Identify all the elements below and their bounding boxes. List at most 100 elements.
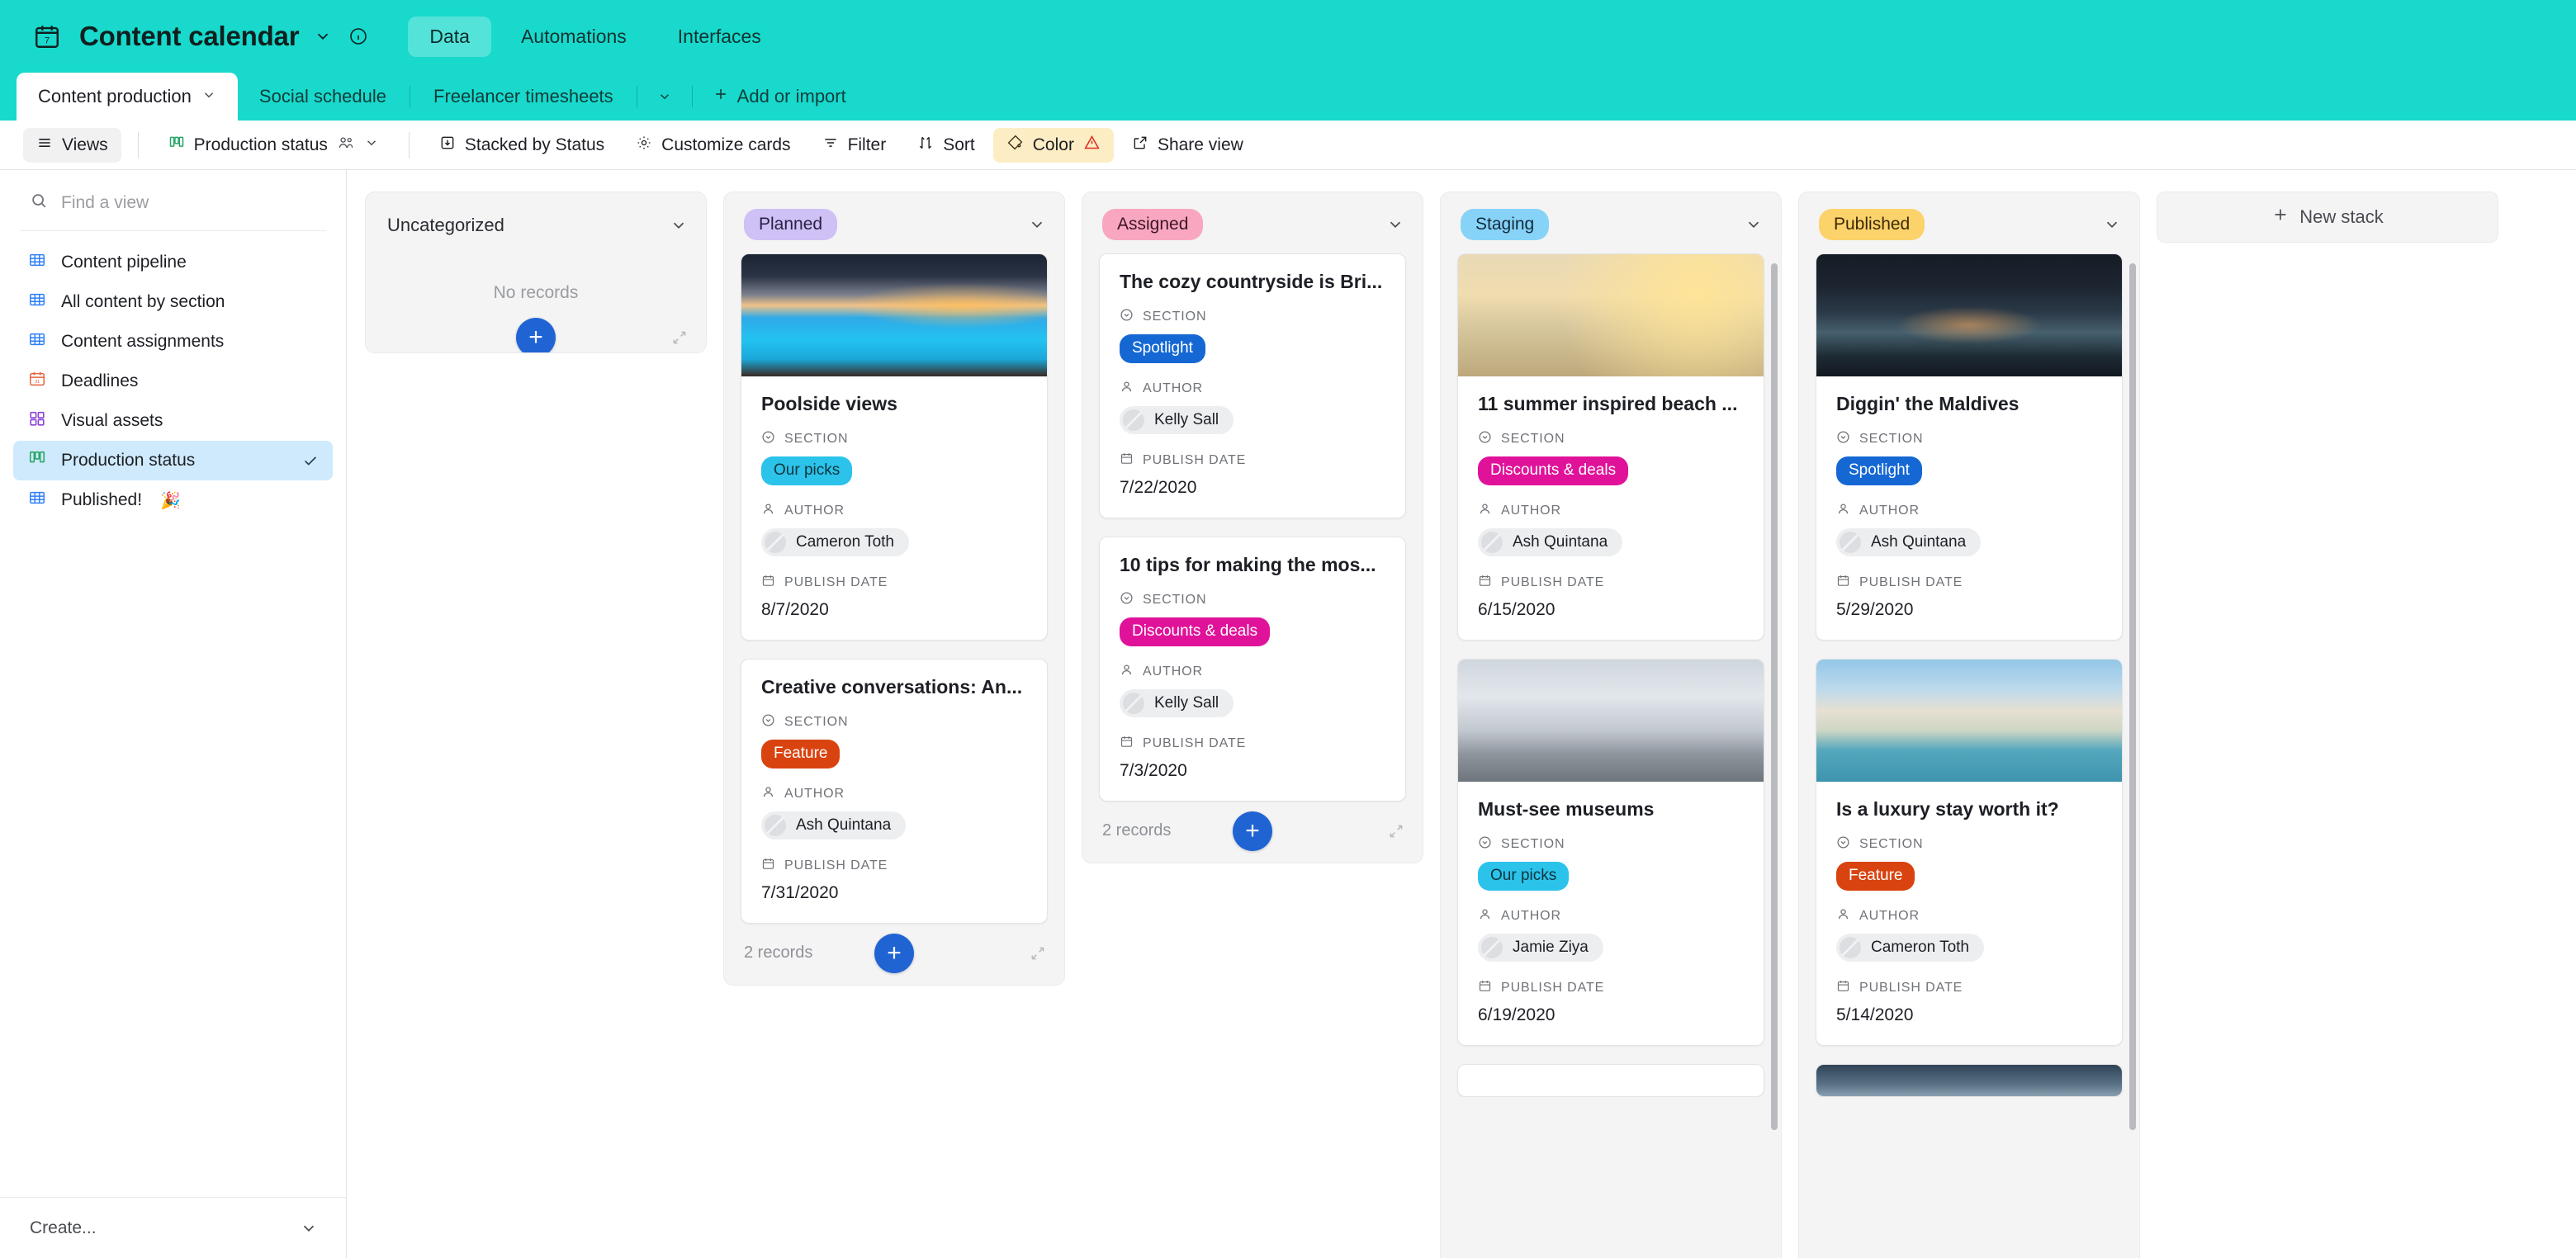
- field-label-section: SECTION: [761, 430, 1027, 448]
- sidebar-item-published[interactable]: Published! 🎉: [13, 480, 333, 520]
- sidebar-item-content-assignments[interactable]: Content assignments: [13, 322, 333, 362]
- sidebar-item-deadlines[interactable]: 31 Deadlines: [13, 362, 333, 401]
- section-label-text: SECTION: [1859, 836, 1924, 851]
- find-view-search[interactable]: Find a view: [0, 170, 346, 230]
- expand-stack-icon[interactable]: [1388, 823, 1404, 839]
- sidebar-item-label: All content by section: [61, 292, 225, 311]
- views-button[interactable]: Views: [23, 127, 121, 163]
- publish-date-label-text: PUBLISH DATE: [1143, 452, 1247, 467]
- publish-date-value: 6/19/2020: [1478, 1005, 1556, 1024]
- grid-table-icon: [28, 251, 46, 274]
- single-select-icon: [1836, 430, 1850, 448]
- table-tab-social-schedule[interactable]: Social schedule: [238, 73, 408, 121]
- sidebar-item-label: Visual assets: [61, 411, 163, 430]
- stack-chevron-down-icon[interactable]: [1745, 215, 1763, 234]
- single-select-icon: [761, 430, 775, 448]
- section-value-pill: Discounts & deals: [1478, 456, 1629, 485]
- table-tab-content-production[interactable]: Content production: [17, 73, 238, 121]
- sidebar-create-footer[interactable]: Create...: [0, 1197, 346, 1258]
- sort-icon: [917, 135, 934, 156]
- base-menu-chevron-down-icon[interactable]: [314, 27, 332, 45]
- stack-icon: [439, 135, 456, 156]
- card-title: 11 summer inspired beach ...: [1478, 393, 1738, 415]
- kanban-card-partial[interactable]: [1457, 1063, 1764, 1097]
- section-value-pill: Our picks: [761, 456, 853, 485]
- card-cover-image: [1458, 659, 1764, 782]
- kanban-card[interactable]: 11 summer inspired beach ... SECTION Dis…: [1457, 253, 1764, 641]
- new-stack-label: New stack: [2299, 206, 2384, 227]
- stack-chevron-down-icon[interactable]: [670, 216, 688, 234]
- plus-icon: [2271, 206, 2290, 229]
- person-icon: [761, 502, 775, 520]
- kanban-card[interactable]: Is a luxury stay worth it? SECTION Featu…: [1816, 658, 2123, 1046]
- kanban-icon: [168, 135, 185, 156]
- field-label-author: AUTHOR: [1836, 502, 2102, 520]
- stack-chevron-down-icon[interactable]: [1028, 215, 1046, 234]
- person-icon: [1478, 907, 1492, 925]
- author-label-text: AUTHOR: [784, 503, 845, 518]
- avatar: [1840, 936, 1861, 958]
- color-label: Color: [1032, 135, 1074, 154]
- nav-tab-data[interactable]: Data: [408, 16, 491, 57]
- stacked-by-button[interactable]: Stacked by Status: [426, 128, 618, 163]
- base-info-icon[interactable]: [348, 26, 368, 46]
- views-label: Views: [62, 135, 108, 154]
- filter-button[interactable]: Filter: [809, 128, 900, 163]
- customize-cards-button[interactable]: Customize cards: [623, 128, 803, 163]
- single-select-icon: [1836, 835, 1850, 854]
- stack-title: Assigned: [1102, 209, 1204, 241]
- card-title: Creative conversations: An...: [761, 675, 1023, 698]
- avatar: [765, 814, 786, 836]
- kanban-card[interactable]: Poolside views SECTION Our picks AUTHOR …: [741, 253, 1048, 641]
- stack-scrollbar[interactable]: [1771, 263, 1778, 1130]
- avatar: [1840, 531, 1861, 553]
- sort-button[interactable]: Sort: [904, 128, 988, 163]
- kanban-stack-uncategorized: Uncategorized No records +: [365, 192, 707, 353]
- field-label-publish-date: PUBLISH DATE: [1120, 452, 1385, 470]
- calendar-icon: [1478, 979, 1492, 997]
- table-tab-chevron-down-icon[interactable]: [201, 86, 216, 107]
- sidebar-item-content-pipeline[interactable]: Content pipeline: [13, 243, 333, 282]
- kanban-card[interactable]: 10 tips for making the mos... SECTION Di…: [1099, 536, 1406, 802]
- table-tab-freelancer-timesheets[interactable]: Freelancer timesheets: [412, 73, 635, 121]
- section-value-pill: Our picks: [1478, 861, 1570, 891]
- expand-stack-icon[interactable]: [1030, 945, 1046, 962]
- card-title: Diggin' the Maldives: [1836, 393, 2020, 415]
- stack-title: Uncategorized: [387, 215, 504, 235]
- view-chevron-down-icon[interactable]: [364, 135, 379, 155]
- publish-date-label-text: PUBLISH DATE: [784, 858, 888, 873]
- kanban-card[interactable]: Creative conversations: An... SECTION Fe…: [741, 658, 1048, 924]
- stack-chevron-down-icon[interactable]: [2103, 215, 2121, 234]
- section-label-text: SECTION: [1143, 592, 1207, 607]
- calendar-icon: [1836, 574, 1850, 592]
- kanban-card[interactable]: Diggin' the Maldives SECTION Spotlight A…: [1816, 253, 2123, 641]
- kanban-card-partial[interactable]: [1816, 1063, 2123, 1097]
- stack-chevron-down-icon[interactable]: [1386, 215, 1404, 234]
- share-view-button[interactable]: Share view: [1119, 128, 1257, 163]
- add-or-import-button[interactable]: Add or import: [694, 73, 864, 121]
- publish-date-label-text: PUBLISH DATE: [1859, 980, 1963, 995]
- sidebar-item-visual-assets[interactable]: Visual assets: [13, 401, 333, 441]
- add-record-button[interactable]: +: [516, 317, 556, 352]
- card-title: The cozy countryside is Bri...: [1120, 271, 1383, 293]
- stack-scrollbar[interactable]: [2129, 263, 2136, 1130]
- author-chip: Ash Quintana: [1836, 527, 1982, 556]
- single-select-icon: [1478, 835, 1492, 854]
- sidebar-item-production-status[interactable]: Production status: [13, 441, 333, 480]
- color-button[interactable]: Color: [992, 127, 1114, 163]
- create-chevron-down-icon[interactable]: [300, 1219, 318, 1237]
- add-record-button[interactable]: +: [1233, 811, 1272, 851]
- card-cover-image: [1816, 1064, 2122, 1096]
- expand-stack-icon[interactable]: [671, 329, 688, 346]
- publish-date-label-text: PUBLISH DATE: [1501, 575, 1605, 589]
- field-label-publish-date: PUBLISH DATE: [761, 857, 1027, 875]
- kanban-card[interactable]: Must-see museums SECTION Our picks AUTHO…: [1457, 658, 1764, 1046]
- nav-tab-automations[interactable]: Automations: [500, 17, 648, 57]
- sidebar-item-all-content-by-section[interactable]: All content by section: [13, 282, 333, 322]
- table-tab-overflow-chevron-down-icon[interactable]: [639, 73, 690, 121]
- kanban-card[interactable]: The cozy countryside is Bri... SECTION S…: [1099, 253, 1406, 518]
- add-record-button[interactable]: +: [874, 933, 914, 973]
- new-stack-button[interactable]: New stack: [2157, 192, 2498, 243]
- current-view-button[interactable]: Production status: [155, 128, 392, 163]
- nav-tab-interfaces[interactable]: Interfaces: [656, 17, 783, 57]
